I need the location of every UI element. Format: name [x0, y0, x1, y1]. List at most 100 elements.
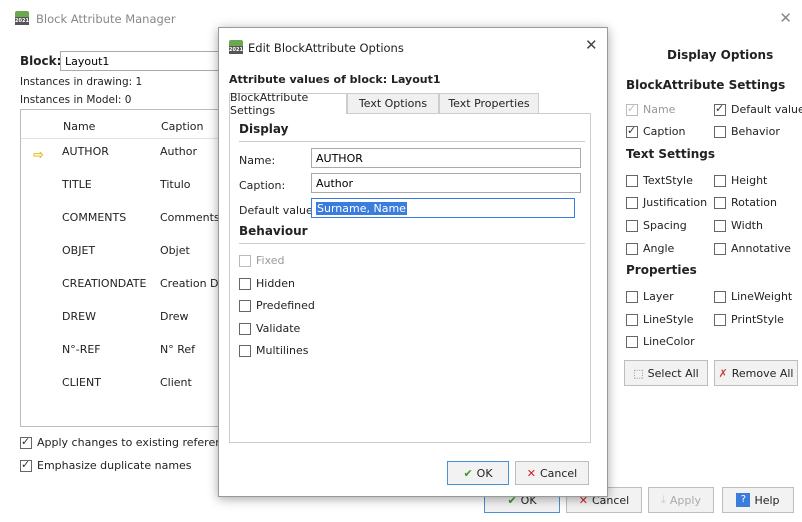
rotation-checkbox[interactable]	[714, 197, 726, 209]
validate-label: Validate	[256, 322, 301, 335]
fixed-checkbox	[239, 255, 251, 267]
window-title: Block Attribute Manager	[36, 12, 176, 26]
help-icon: ?	[736, 493, 751, 507]
caption-field[interactable]	[311, 173, 581, 193]
dialog-subtitle: Attribute values of block: Layout1	[229, 73, 441, 86]
row-caption: Drew	[160, 310, 189, 323]
linestyle-checkbox[interactable]	[626, 314, 638, 326]
default-value-label: Default value:	[239, 204, 317, 217]
row-name: DREW	[62, 310, 96, 323]
close-icon[interactable]: ✕	[779, 9, 792, 27]
dialog-ok-button[interactable]: ✔ OK	[447, 461, 509, 485]
name-checkbox	[626, 102, 638, 116]
dialog-close-icon[interactable]: ✕	[585, 36, 598, 54]
width-label: Width	[731, 219, 763, 232]
default-value-checkbox[interactable]	[714, 102, 726, 116]
table-header-divider	[21, 138, 219, 139]
height-label: Height	[731, 174, 768, 187]
row-caption: N° Ref	[160, 343, 196, 356]
remove-all-label: Remove All	[731, 366, 794, 380]
behaviour-section-title: Behaviour	[239, 224, 308, 238]
caption-option-label: Caption	[643, 125, 686, 138]
caption-checkbox[interactable]	[626, 124, 638, 138]
app-logo-icon: 2021	[15, 11, 29, 25]
apply-icon: ⤓	[661, 493, 666, 506]
row-caption: Titulo	[160, 178, 191, 191]
dialog-ok-label: OK	[476, 466, 493, 480]
default-value-option-label: Default value	[731, 103, 802, 116]
emphasize-duplicates-checkbox[interactable]	[20, 458, 32, 472]
multilines-checkbox[interactable]	[239, 345, 251, 357]
row-caption: Comments	[160, 211, 220, 224]
instances-in-drawing: Instances in drawing: 1	[20, 76, 143, 88]
hidden-checkbox[interactable]	[239, 278, 251, 290]
printstyle-checkbox[interactable]	[714, 314, 726, 326]
lineweight-checkbox[interactable]	[714, 291, 726, 303]
display-section-title: Display	[239, 122, 289, 136]
emphasize-duplicates-label: Emphasize duplicate names	[37, 459, 192, 472]
linecolor-checkbox[interactable]	[626, 336, 638, 348]
predefined-checkbox[interactable]	[239, 300, 251, 312]
annotative-label: Annotative	[731, 242, 791, 255]
layer-checkbox[interactable]	[626, 291, 638, 303]
apply-changes-checkbox[interactable]	[20, 435, 32, 449]
default-value-text: Surname, Name	[316, 202, 407, 215]
caption-label: Caption:	[239, 179, 286, 192]
row-name: OBJET	[62, 244, 96, 257]
blockattribute-settings-title: BlockAttribute Settings	[626, 78, 786, 92]
instances-in-model: Instances in Model: 0	[20, 94, 132, 106]
apply-button[interactable]: ⤓ Apply	[648, 487, 714, 513]
apply-label: Apply	[669, 493, 701, 507]
select-all-button[interactable]: ⬚ Select All	[624, 360, 708, 386]
behavior-option-label: Behavior	[731, 125, 780, 138]
remove-all-icon: ✗	[718, 366, 728, 380]
justification-checkbox[interactable]	[626, 197, 638, 209]
hidden-label: Hidden	[256, 277, 296, 290]
display-separator	[239, 141, 585, 142]
row-name: TITLE	[62, 178, 92, 191]
blockattribute-settings-panel: Display Name: Caption: Default value: Su…	[229, 113, 591, 443]
multilines-label: Multilines	[256, 344, 309, 357]
column-header-name[interactable]: Name	[63, 120, 95, 133]
display-options-title: Display Options	[667, 48, 774, 62]
validate-checkbox[interactable]	[239, 323, 251, 335]
help-button[interactable]: ? Help	[722, 487, 794, 513]
lineweight-label: LineWeight	[731, 290, 793, 303]
rotation-label: Rotation	[731, 196, 778, 209]
behavior-checkbox[interactable]	[714, 126, 726, 138]
textstyle-label: TextStyle	[643, 174, 693, 187]
spacing-checkbox[interactable]	[626, 220, 638, 232]
justification-label: Justification	[643, 196, 708, 209]
tab-text-properties[interactable]: Text Properties	[439, 93, 539, 113]
width-checkbox[interactable]	[714, 220, 726, 232]
behaviour-separator	[239, 243, 585, 244]
height-checkbox[interactable]	[714, 175, 726, 187]
default-value-field[interactable]: Surname, Name	[311, 198, 575, 218]
current-row-arrow-icon: ⇨	[33, 148, 44, 163]
block-select[interactable]	[60, 51, 225, 71]
dialog-cancel-button[interactable]: ✕ Cancel	[515, 461, 589, 485]
tab-blockattribute-settings[interactable]: BlockAttribute Settings	[229, 91, 347, 117]
properties-title: Properties	[626, 263, 697, 277]
tab-text-options[interactable]: Text Options	[347, 93, 439, 113]
predefined-label: Predefined	[256, 299, 315, 312]
angle-label: Angle	[643, 242, 675, 255]
row-caption: Client	[160, 376, 192, 389]
angle-checkbox[interactable]	[626, 243, 638, 255]
printstyle-label: PrintStyle	[731, 313, 784, 326]
linecolor-label: LineColor	[643, 335, 695, 348]
remove-all-button[interactable]: ✗ Remove All	[714, 360, 798, 386]
annotative-checkbox[interactable]	[714, 243, 726, 255]
row-name: COMMENTS	[62, 211, 127, 224]
textstyle-checkbox[interactable]	[626, 175, 638, 187]
layer-label: Layer	[643, 290, 674, 303]
name-field[interactable]	[311, 148, 581, 168]
dialog-ok-check-icon: ✔	[463, 466, 473, 480]
select-all-icon: ⬚	[633, 366, 644, 380]
dialog-cancel-label: Cancel	[539, 466, 578, 480]
row-caption: Objet	[160, 244, 190, 257]
help-label: Help	[754, 493, 780, 507]
column-header-caption[interactable]: Caption	[161, 120, 203, 133]
row-name: AUTHOR	[62, 145, 109, 158]
edit-blockattribute-options-dialog: 2021 Edit BlockAttribute Options ✕ Attri…	[218, 27, 608, 497]
